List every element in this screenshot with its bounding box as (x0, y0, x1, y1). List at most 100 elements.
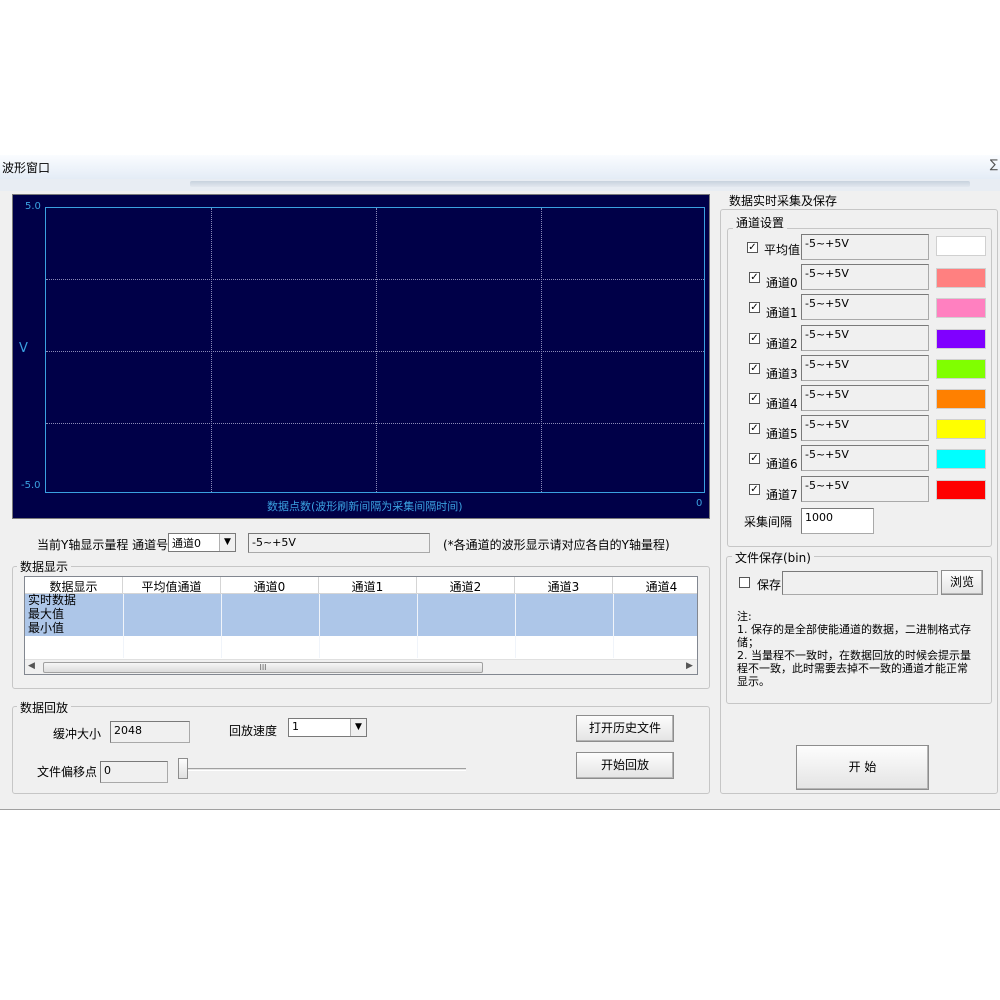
buffer-size-field: 2048 (110, 721, 190, 743)
buffer-size-label: 缓冲大小 (53, 727, 102, 741)
grid-line (211, 208, 212, 492)
channel-range-field: -5~+5V (801, 385, 929, 411)
file-save-label: 文件保存(bin) (732, 549, 814, 566)
channel-checkbox[interactable]: ✓ (749, 272, 760, 283)
file-offset-label: 文件偏移点 (37, 765, 98, 779)
column-divider (221, 594, 222, 658)
row-label: 最大值 (28, 607, 65, 621)
plot-frame: 5.0 -5.0 V 数据点数(波形刷新间隔为采集间隔时间) 0 (12, 194, 710, 519)
channel-label: 通道1 (766, 306, 798, 320)
close-icon[interactable]: ∑ (990, 157, 998, 171)
channel-color-swatch[interactable] (936, 236, 986, 256)
channel-color-swatch[interactable] (936, 419, 986, 439)
window-title: 波形窗口 (2, 161, 51, 175)
note-title: 注: (737, 610, 752, 623)
y-max-label: 5.0 (25, 201, 41, 212)
file-offset-field[interactable]: 0 (100, 761, 168, 783)
channel-range-field: -5~+5V (801, 264, 929, 290)
row-label: 实时数据 (28, 593, 77, 607)
channel-checkbox[interactable]: ✓ (747, 242, 758, 253)
column-divider (123, 594, 124, 658)
save-checkbox-label: 保存 (757, 578, 782, 592)
column-header[interactable]: 通道2 (417, 577, 515, 594)
column-header[interactable]: 通道1 (319, 577, 417, 594)
channel-checkbox[interactable]: ✓ (749, 453, 760, 464)
column-header[interactable]: 通道4 (613, 577, 697, 594)
note-2: 2. 当量程不一致时，在数据回放的时候会提示量程不一致，此时需要去掉不一致的通道… (737, 649, 971, 688)
scroll-right-icon[interactable]: ▶ (686, 661, 693, 671)
grid-line (46, 351, 704, 352)
horizontal-scrollbar[interactable]: ◀ III ▶ (25, 659, 697, 674)
column-header[interactable]: 平均值通道 (123, 577, 221, 594)
save-path-field[interactable] (782, 571, 938, 595)
channel-color-swatch[interactable] (936, 449, 986, 469)
start-playback-button[interactable]: 开始回放 (576, 752, 674, 779)
channel-color-swatch[interactable] (936, 298, 986, 318)
channel-range-field: -5~+5V (801, 234, 929, 260)
channel-label: 通道3 (766, 367, 798, 381)
table-row[interactable]: 实时数据 (25, 593, 697, 608)
channel-range-field: -5~+5V (801, 325, 929, 351)
channel-row: ✓ 通道1 -5~+5V (740, 294, 990, 322)
column-divider (417, 594, 418, 658)
channel-checkbox[interactable]: ✓ (749, 484, 760, 495)
note-1: 1. 保存的是全部使能通道的数据，二进制格式存储； (737, 623, 971, 649)
channel-row: ✓ 平均值 -5~+5V (740, 234, 990, 262)
save-checkbox[interactable] (739, 577, 750, 588)
channel-select[interactable]: 通道0 ▼ (168, 533, 236, 552)
table-row[interactable]: 最大值 (25, 607, 697, 622)
channel-checkbox[interactable]: ✓ (749, 363, 760, 374)
channel-color-swatch[interactable] (936, 268, 986, 288)
chevron-down-icon[interactable]: ▼ (219, 534, 235, 551)
sample-interval-field[interactable]: 1000 (801, 508, 874, 534)
y-range-label: 当前Y轴显示量程 通道号 (37, 538, 169, 552)
playback-speed-select[interactable]: 1 ▼ (288, 718, 367, 737)
table-header: 数据显示 平均值通道 通道0 通道1 通道2 通道3 通道4 (25, 577, 697, 594)
start-button[interactable]: 开 始 (796, 745, 929, 790)
channel-row: ✓ 通道6 -5~+5V (740, 445, 990, 473)
file-save-note: 注: 1. 保存的是全部使能通道的数据，二进制格式存储； 2. 当量程不一致时，… (737, 610, 975, 688)
playback-speed-label: 回放速度 (229, 724, 278, 738)
channel-label: 平均值 (764, 243, 801, 257)
column-header[interactable]: 通道3 (515, 577, 613, 594)
x-end-label: 0 (696, 498, 703, 509)
y-range-note: (*各通道的波形显示请对应各自的Y轴量程) (443, 538, 670, 552)
channel-range-field: -5~+5V (801, 476, 929, 502)
channel-row: ✓ 通道4 -5~+5V (740, 385, 990, 413)
row-label: 最小值 (28, 621, 65, 635)
channel-row: ✓ 通道2 -5~+5V (740, 325, 990, 353)
table-row[interactable]: 最小值 (25, 621, 697, 636)
column-header[interactable]: 数据显示 (25, 577, 123, 594)
scroll-left-icon[interactable]: ◀ (28, 661, 35, 671)
chevron-down-icon[interactable]: ▼ (350, 719, 366, 736)
browse-button[interactable]: 浏览 (941, 570, 983, 595)
y-range-field: -5~+5V (248, 533, 430, 553)
channel-checkbox[interactable]: ✓ (749, 393, 760, 404)
channel-color-swatch[interactable] (936, 389, 986, 409)
channel-checkbox[interactable]: ✓ (749, 333, 760, 344)
channel-checkbox[interactable]: ✓ (749, 423, 760, 434)
column-divider (613, 594, 614, 658)
offset-slider-track[interactable] (183, 768, 466, 771)
menu-strip (190, 181, 970, 187)
playback-speed-value: 1 (292, 720, 299, 733)
channel-color-swatch[interactable] (936, 329, 986, 349)
data-table: 数据显示 平均值通道 通道0 通道1 通道2 通道3 通道4 实时数据 最大值 … (24, 576, 698, 675)
channel-checkbox[interactable]: ✓ (749, 302, 760, 313)
waveform-window: 波形窗口 ∑ 5.0 -5.0 V 数据点数(波形刷新间隔为采集间隔时间) 0 … (0, 155, 1000, 810)
channel-row: ✓ 通道3 -5~+5V (740, 355, 990, 383)
grid-line (46, 279, 704, 280)
acquisition-label: 数据实时采集及保存 (726, 192, 841, 209)
channel-row: ✓ 通道0 -5~+5V (740, 264, 990, 292)
scroll-thumb[interactable]: III (43, 662, 483, 673)
x-axis-label: 数据点数(波形刷新间隔为采集间隔时间) (267, 500, 463, 513)
offset-slider-thumb[interactable] (178, 758, 188, 779)
channel-label: 通道4 (766, 397, 798, 411)
channel-range-field: -5~+5V (801, 445, 929, 471)
channel-label: 通道5 (766, 427, 798, 441)
column-divider (515, 594, 516, 658)
column-header[interactable]: 通道0 (221, 577, 319, 594)
open-history-file-button[interactable]: 打开历史文件 (576, 715, 674, 742)
channel-color-swatch[interactable] (936, 480, 986, 500)
channel-color-swatch[interactable] (936, 359, 986, 379)
